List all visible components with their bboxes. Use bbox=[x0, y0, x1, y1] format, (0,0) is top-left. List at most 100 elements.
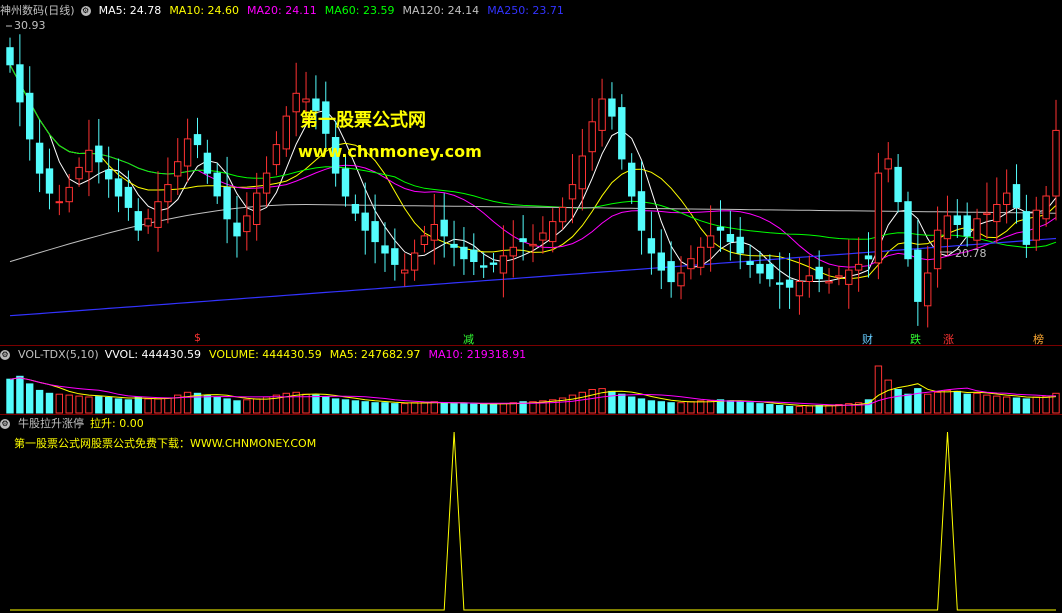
volume-bar bbox=[420, 402, 429, 414]
candle bbox=[973, 218, 981, 241]
candle bbox=[854, 263, 863, 271]
candle bbox=[795, 281, 804, 297]
candle bbox=[1042, 195, 1050, 220]
volume-bar bbox=[706, 400, 715, 414]
panel-separator[interactable] bbox=[0, 414, 1062, 415]
volume-info-bar: ⚙ VOL-TDX(5,10) VVOL: 444430.59 VOLUME: 444… bbox=[0, 346, 534, 364]
candle bbox=[874, 172, 883, 264]
volume-bar bbox=[963, 393, 971, 414]
candle bbox=[805, 275, 813, 282]
volume-bar bbox=[114, 398, 123, 414]
volume-bar bbox=[105, 397, 113, 414]
volume-bar bbox=[588, 389, 596, 414]
candle bbox=[963, 215, 971, 237]
volume-bar bbox=[45, 392, 54, 414]
candle bbox=[262, 172, 271, 194]
candle bbox=[1022, 211, 1031, 245]
candle bbox=[953, 215, 961, 225]
volume-bar bbox=[440, 402, 448, 414]
candle bbox=[519, 238, 527, 243]
indicator-info-bar: ⚙ 牛股拉升涨停 拉升: 0.00 bbox=[0, 415, 152, 433]
candle bbox=[292, 92, 300, 113]
volume-settings-icon[interactable]: ⚙ bbox=[0, 350, 10, 360]
volume-bar bbox=[460, 403, 468, 414]
candle bbox=[785, 279, 794, 288]
candle bbox=[95, 145, 103, 163]
candle bbox=[845, 269, 853, 285]
volume-bar bbox=[628, 396, 636, 414]
volume-bar bbox=[904, 393, 912, 414]
candle bbox=[746, 261, 754, 266]
volume-bar bbox=[647, 400, 656, 414]
candle bbox=[361, 212, 369, 231]
volume-bar bbox=[953, 390, 961, 414]
candle bbox=[174, 161, 182, 177]
event-marker-dollar[interactable]: $ bbox=[194, 331, 201, 344]
candle bbox=[558, 206, 567, 223]
volume-bar bbox=[874, 365, 883, 414]
candle bbox=[687, 258, 695, 270]
volume-bar bbox=[470, 403, 478, 414]
volume-bar bbox=[55, 393, 63, 414]
candle bbox=[776, 282, 784, 285]
volume-bar bbox=[608, 390, 616, 414]
volume-bar bbox=[489, 403, 498, 414]
indicator-settings-icon[interactable]: ⚙ bbox=[0, 419, 10, 429]
volume-bar bbox=[95, 396, 103, 414]
candle bbox=[716, 226, 725, 231]
volume-bar bbox=[578, 391, 586, 414]
candle bbox=[835, 275, 843, 278]
volume-bar bbox=[825, 405, 833, 414]
volume-bar bbox=[26, 383, 34, 414]
volume-bar bbox=[924, 393, 932, 414]
candle bbox=[75, 166, 83, 180]
candle bbox=[509, 246, 518, 257]
candle bbox=[391, 248, 399, 265]
candle bbox=[164, 184, 172, 203]
volume-bar bbox=[815, 405, 823, 414]
vvol-label: VVOL: 444430.59 bbox=[104, 348, 202, 361]
watermark-title: 第一股票公式网 bbox=[300, 110, 426, 131]
candle bbox=[815, 266, 823, 280]
candle bbox=[894, 166, 902, 203]
volume-bar bbox=[884, 379, 892, 414]
volume-bar bbox=[1032, 396, 1040, 414]
volume-bar bbox=[183, 391, 192, 414]
volume-bar bbox=[776, 405, 784, 414]
candle bbox=[203, 152, 212, 174]
indicator-name[interactable]: 牛股拉升涨停 bbox=[18, 417, 84, 430]
volume-bar bbox=[322, 396, 330, 414]
volume-bar bbox=[203, 394, 212, 414]
volume-bar bbox=[134, 396, 143, 414]
volume-bar bbox=[667, 402, 675, 414]
candle bbox=[420, 235, 429, 245]
volume-bar bbox=[75, 395, 83, 414]
volume-indicator-name[interactable]: VOL-TDX(5,10) bbox=[18, 348, 99, 361]
volume-bar bbox=[450, 403, 458, 414]
candle bbox=[933, 229, 942, 270]
candle bbox=[124, 186, 133, 208]
stock-chart[interactable] bbox=[0, 0, 1062, 613]
volume-bar bbox=[243, 399, 251, 414]
candle bbox=[667, 261, 675, 283]
candle bbox=[282, 115, 291, 150]
volume-bar bbox=[1042, 395, 1050, 414]
candle bbox=[450, 243, 458, 248]
candle bbox=[1052, 129, 1060, 197]
volume-bar bbox=[331, 398, 340, 414]
volume-bar bbox=[697, 400, 705, 414]
candle bbox=[430, 224, 439, 241]
volume-bar bbox=[756, 403, 764, 414]
candle bbox=[864, 255, 873, 260]
volume-bar bbox=[154, 398, 162, 414]
candle bbox=[440, 219, 448, 237]
volume-bar bbox=[1012, 397, 1021, 414]
candle bbox=[381, 245, 389, 254]
volume-bar bbox=[253, 398, 261, 414]
candle bbox=[618, 107, 626, 160]
candle bbox=[677, 272, 685, 287]
volume-bar bbox=[35, 389, 44, 414]
candle bbox=[55, 201, 63, 204]
candle bbox=[233, 222, 241, 237]
volume-bar bbox=[914, 388, 922, 414]
